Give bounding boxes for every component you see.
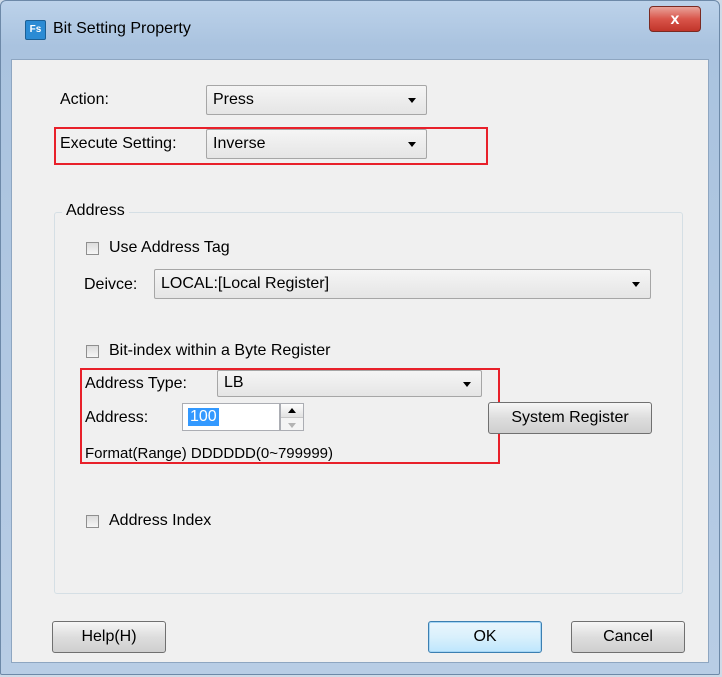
dialog-window: Fs Bit Setting Property x Action: Press … xyxy=(0,0,720,675)
app-icon: Fs xyxy=(25,20,46,40)
chevron-down-icon xyxy=(408,98,416,103)
chevron-down-icon xyxy=(632,282,640,287)
address-index-label: Address Index xyxy=(109,512,212,529)
execute-setting-value: Inverse xyxy=(213,135,266,152)
action-label: Action: xyxy=(60,91,109,108)
execute-setting-select[interactable]: Inverse xyxy=(206,129,427,159)
address-type-select[interactable]: LB xyxy=(217,370,482,397)
dialog-body: Action: Press Execute Setting: Inverse A… xyxy=(11,59,709,663)
address-index-checkbox[interactable] xyxy=(86,515,99,528)
address-input-value: 100 xyxy=(188,408,219,426)
device-select-value: LOCAL:[Local Register] xyxy=(161,275,330,292)
format-range-text: Format(Range) DDDDDD(0~799999) xyxy=(85,445,334,462)
chevron-down-icon xyxy=(463,382,471,387)
address-type-value: LB xyxy=(224,374,244,391)
window-title: Bit Setting Property xyxy=(53,20,191,37)
device-label: Deivce: xyxy=(84,276,138,293)
ok-button[interactable]: OK xyxy=(428,621,542,653)
spin-up-icon[interactable] xyxy=(281,404,303,418)
system-register-button[interactable]: System Register xyxy=(488,402,652,434)
bit-index-label: Bit-index within a Byte Register xyxy=(109,342,331,359)
address-input[interactable]: 100 xyxy=(182,403,280,431)
action-select[interactable]: Press xyxy=(206,85,427,115)
help-button[interactable]: Help(H) xyxy=(52,621,166,653)
action-select-value: Press xyxy=(213,91,254,108)
address-label: Address: xyxy=(85,409,149,426)
use-address-tag-checkbox[interactable] xyxy=(86,242,99,255)
execute-setting-label: Execute Setting: xyxy=(60,135,177,152)
title-bar[interactable]: Fs Bit Setting Property x xyxy=(1,1,719,59)
chevron-down-icon xyxy=(408,142,416,147)
device-select[interactable]: LOCAL:[Local Register] xyxy=(154,269,651,299)
address-type-label: Address Type: xyxy=(85,375,187,392)
close-button[interactable]: x xyxy=(649,6,701,32)
bit-index-checkbox[interactable] xyxy=(86,345,99,358)
use-address-tag-label: Use Address Tag xyxy=(109,239,230,256)
cancel-button[interactable]: Cancel xyxy=(571,621,685,653)
address-spinner[interactable] xyxy=(280,403,304,431)
address-group-title: Address xyxy=(62,202,129,220)
